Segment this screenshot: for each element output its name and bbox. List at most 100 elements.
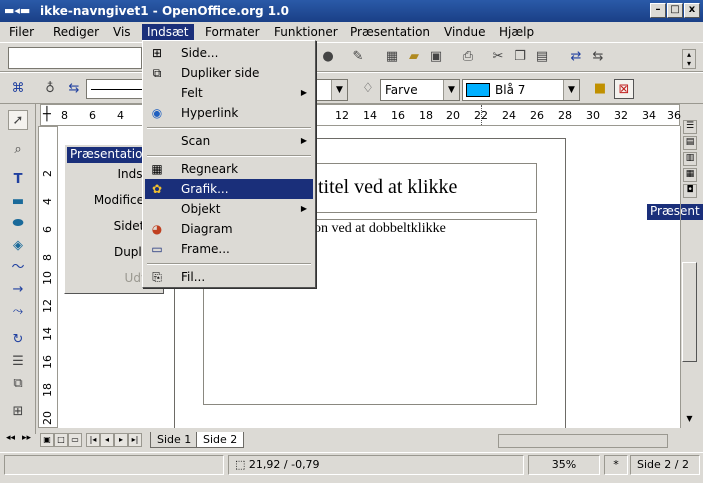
edit-file-icon[interactable]: ✎ — [348, 47, 368, 67]
fill-color-combo[interactable]: Blå 7 ▼ — [462, 79, 580, 101]
3d-object-icon[interactable]: ◈ — [8, 236, 28, 256]
scroll-down-icon[interactable]: ▼ — [682, 412, 697, 426]
title-placeholder-text: titel ved at klikke — [318, 176, 458, 198]
area-icon[interactable]: ♢ — [358, 79, 378, 99]
copy-icon[interactable]: ❐ — [510, 47, 530, 67]
menu-bar: Filer Rediger Vis Indsæt Formater Funkti… — [0, 22, 703, 42]
maximize-button[interactable]: □ — [667, 3, 683, 18]
animation-icon[interactable]: ⊠ — [614, 79, 634, 99]
position-icon: ⬚ — [235, 458, 246, 471]
new-slide-icon: ⊞ — [151, 46, 163, 60]
redo-icon[interactable]: ⇆ — [588, 47, 608, 67]
save-icon[interactable]: ▣ — [426, 47, 446, 67]
cut-icon[interactable]: ✂ — [488, 47, 508, 67]
tab-side-1[interactable]: Side 1 — [150, 432, 199, 448]
line-width-combo[interactable]: ▼ — [316, 79, 348, 101]
menu-vindue[interactable]: Vindue — [439, 24, 491, 41]
minimize-button[interactable]: – — [650, 3, 666, 18]
menu-item-fil[interactable]: ⎘ Fil... — [145, 267, 313, 287]
menu-praesentation[interactable]: Præsentation — [345, 24, 435, 41]
color-mode-combo[interactable]: Farve ▼ — [380, 79, 460, 101]
line-icon[interactable]: → — [8, 280, 28, 300]
select-arrow-icon[interactable]: ➚ — [8, 110, 28, 130]
arrange-icon[interactable]: ⧉ — [8, 374, 28, 394]
menu-item-frame[interactable]: ▭ Frame... — [145, 239, 313, 259]
menu-item-grafik[interactable]: ✿ Grafik... — [145, 179, 313, 199]
rectangle-icon[interactable]: ▬ — [8, 192, 28, 212]
insert-menu: ⊞ Side... ⧉ Dupliker side Felt ▶ ◉ Hyper… — [142, 40, 316, 288]
ruler-tick: 4 — [117, 109, 124, 122]
undo-icon[interactable]: ⇄ — [566, 47, 586, 67]
connector-icon[interactable]: ⤳ — [8, 302, 28, 322]
layer-view-icon[interactable]: ▭ — [68, 433, 82, 447]
tab-stop-icon[interactable]: ┼ — [43, 107, 51, 122]
prev-slide-icon[interactable]: ◂ — [100, 433, 114, 447]
vertical-scrollbar[interactable]: ▼ — [680, 126, 698, 428]
spreadsheet-icon: ▦ — [151, 162, 163, 176]
shadow-icon[interactable]: ■ — [590, 79, 610, 99]
print-icon[interactable]: ⎙ — [458, 47, 478, 67]
arrow-style-icon[interactable]: ⇆ — [64, 79, 84, 99]
scroll-left-icon[interactable]: ◂◂ — [6, 433, 15, 443]
zoom-icon[interactable]: ⌕ — [8, 140, 28, 160]
ruler-tick: 16 — [391, 109, 405, 122]
menu-formater[interactable]: Formater — [200, 24, 265, 41]
menu-item-scan[interactable]: Scan ▶ — [145, 131, 313, 151]
text-icon[interactable]: T — [8, 170, 28, 190]
chevron-down-icon[interactable]: ▼ — [443, 80, 459, 100]
menu-funktioner[interactable]: Funktioner — [269, 24, 343, 41]
menu-item-objekt[interactable]: Objekt ▶ — [145, 199, 313, 219]
menu-item-diagram[interactable]: ◕ Diagram — [145, 219, 313, 239]
horizontal-scrollbar[interactable] — [498, 434, 668, 448]
chevron-down-icon[interactable]: ▼ — [331, 80, 347, 100]
app-icon[interactable]: ▬◂▬ — [4, 3, 34, 19]
open-icon[interactable]: ▰ — [404, 47, 424, 67]
align-icon[interactable]: ☰ — [8, 352, 28, 372]
scrollbar-thumb[interactable] — [682, 262, 697, 362]
menu-vis[interactable]: Vis — [108, 24, 136, 41]
menu-item-dupliker-side[interactable]: ⧉ Dupliker side — [145, 63, 313, 83]
submenu-arrow-icon: ▶ — [300, 136, 307, 145]
function-toolbar: ● ✎ ▦ ▰ ▣ ⎙ ✂ ❐ ▤ ⇄ ⇆ ▴ ▾ — [0, 42, 703, 72]
ruler-tick: 10 — [41, 271, 54, 285]
new-icon[interactable]: ▦ — [382, 47, 402, 67]
chevron-down-icon[interactable]: ▼ — [563, 80, 579, 100]
close-button[interactable]: x — [684, 3, 700, 18]
line-ends-icon[interactable]: ♁ — [40, 79, 60, 99]
menu-item-regneark[interactable]: ▦ Regneark — [145, 159, 313, 179]
rotate-icon[interactable]: ↻ — [8, 330, 28, 350]
drawing-view-icon[interactable]: ▣ — [40, 433, 54, 447]
next-slide-icon[interactable]: ▸ — [114, 433, 128, 447]
curve-icon[interactable]: 〜 — [8, 258, 28, 278]
menu-hjaelp[interactable]: Hjælp — [494, 24, 539, 41]
menu-indsaet[interactable]: Indsæt — [142, 24, 194, 41]
paste-icon[interactable]: ▤ — [532, 47, 552, 67]
menu-separator — [147, 263, 311, 265]
menu-rediger[interactable]: Rediger — [48, 24, 104, 41]
submenu-arrow-icon: ▶ — [300, 88, 307, 97]
tab-side-2[interactable]: Side 2 — [196, 432, 245, 448]
url-field[interactable] — [8, 47, 142, 69]
ellipse-icon[interactable]: ⬬ — [8, 214, 28, 234]
menu-filer[interactable]: Filer — [4, 24, 39, 41]
menu-item-side[interactable]: ⊞ Side... — [145, 43, 313, 63]
master-view-icon[interactable]: □ — [54, 433, 68, 447]
ruler-tick: 2 — [41, 170, 54, 177]
points-icon[interactable]: ⌘ — [8, 79, 28, 99]
toolbar-scroll[interactable]: ▴ ▾ — [682, 49, 696, 69]
line-style-combo[interactable] — [86, 79, 146, 99]
first-slide-icon[interactable]: |◂ — [86, 433, 100, 447]
status-zoom[interactable]: 35% — [528, 455, 600, 475]
graphic-icon: ✿ — [151, 182, 163, 196]
stop-icon[interactable]: ● — [318, 47, 338, 67]
status-page: Side 2 / 2 — [630, 455, 700, 475]
last-slide-icon[interactable]: ▸| — [128, 433, 142, 447]
ruler-tick: 6 — [41, 226, 54, 233]
ruler-tick: 32 — [614, 109, 628, 122]
insert-icon[interactable]: ⊞ — [8, 402, 28, 422]
scroll-right-icon[interactable]: ▸▸ — [22, 433, 31, 443]
ruler-tick: 36 — [667, 109, 681, 122]
menu-item-hyperlink[interactable]: ◉ Hyperlink — [145, 103, 313, 123]
menu-item-felt[interactable]: Felt ▶ — [145, 83, 313, 103]
ruler-tick: 28 — [558, 109, 572, 122]
